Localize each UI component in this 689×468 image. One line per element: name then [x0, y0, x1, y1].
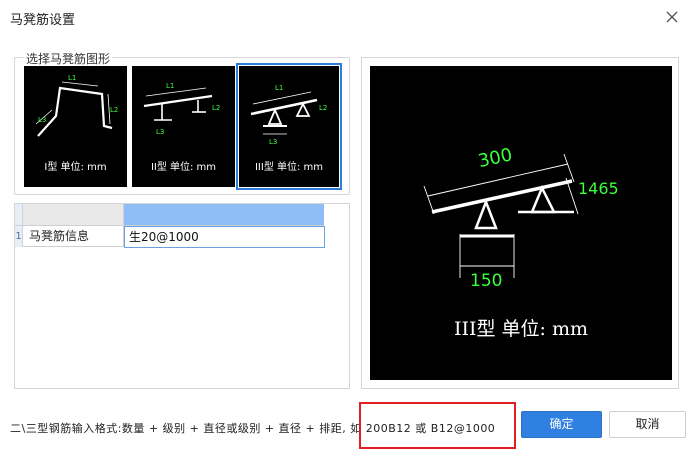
grid-corner [15, 204, 23, 226]
cancel-button[interactable]: 取消 [609, 411, 686, 438]
grid-header-value-column [124, 204, 324, 226]
type3-mark-b: L2 [319, 104, 327, 112]
type2-mark-c: L3 [156, 128, 164, 136]
type2-mark-a: L1 [166, 82, 174, 90]
preview-caption: III型 单位: mm [453, 318, 589, 340]
title-bar: 马凳筋设置 [0, 0, 689, 36]
grid-cell-label: 马凳筋信息 [23, 226, 124, 247]
highlight-box [359, 402, 516, 449]
type2-label: II型 单位: mm [150, 162, 217, 173]
shape-group-legend: 选择马凳筋图形 [24, 50, 113, 67]
preview-dim-bottom: 150 [470, 271, 502, 291]
shape-option-type1[interactable]: L1 L2 L3 I型 单位: mm [24, 66, 127, 187]
preview-dim-right: 1465 [578, 179, 619, 198]
grid-header-label-column [23, 204, 124, 226]
type1-label: I型 单位: mm [44, 162, 107, 173]
shape-option-type3[interactable]: L1 L2 L3 III型 单位: mm [236, 63, 342, 190]
preview-dim-top: 300 [476, 144, 514, 172]
type1-mark-b: L2 [110, 106, 118, 114]
window-title: 马凳筋设置 [10, 13, 76, 28]
shape-option-type2[interactable]: L1 L2 L3 II型 单位: mm [132, 66, 235, 187]
preview-canvas: 300 1465 150 III型 单位: mm [370, 66, 672, 380]
type2-mark-b: L2 [212, 104, 220, 112]
type3-mark-c: L3 [269, 138, 277, 146]
type1-mark-c: L3 [38, 116, 46, 124]
type1-mark-a: L1 [68, 74, 76, 82]
grid-cell-value-input[interactable]: 生20@1000 [124, 226, 325, 248]
close-icon[interactable] [661, 6, 683, 28]
ok-button[interactable]: 确定 [521, 411, 602, 438]
type3-mark-a: L1 [275, 84, 283, 92]
type3-label: III型 单位: mm [254, 162, 324, 173]
grid-row-number: 1 [15, 226, 23, 247]
property-grid: 1 马凳筋信息 生20@1000 [14, 203, 350, 389]
